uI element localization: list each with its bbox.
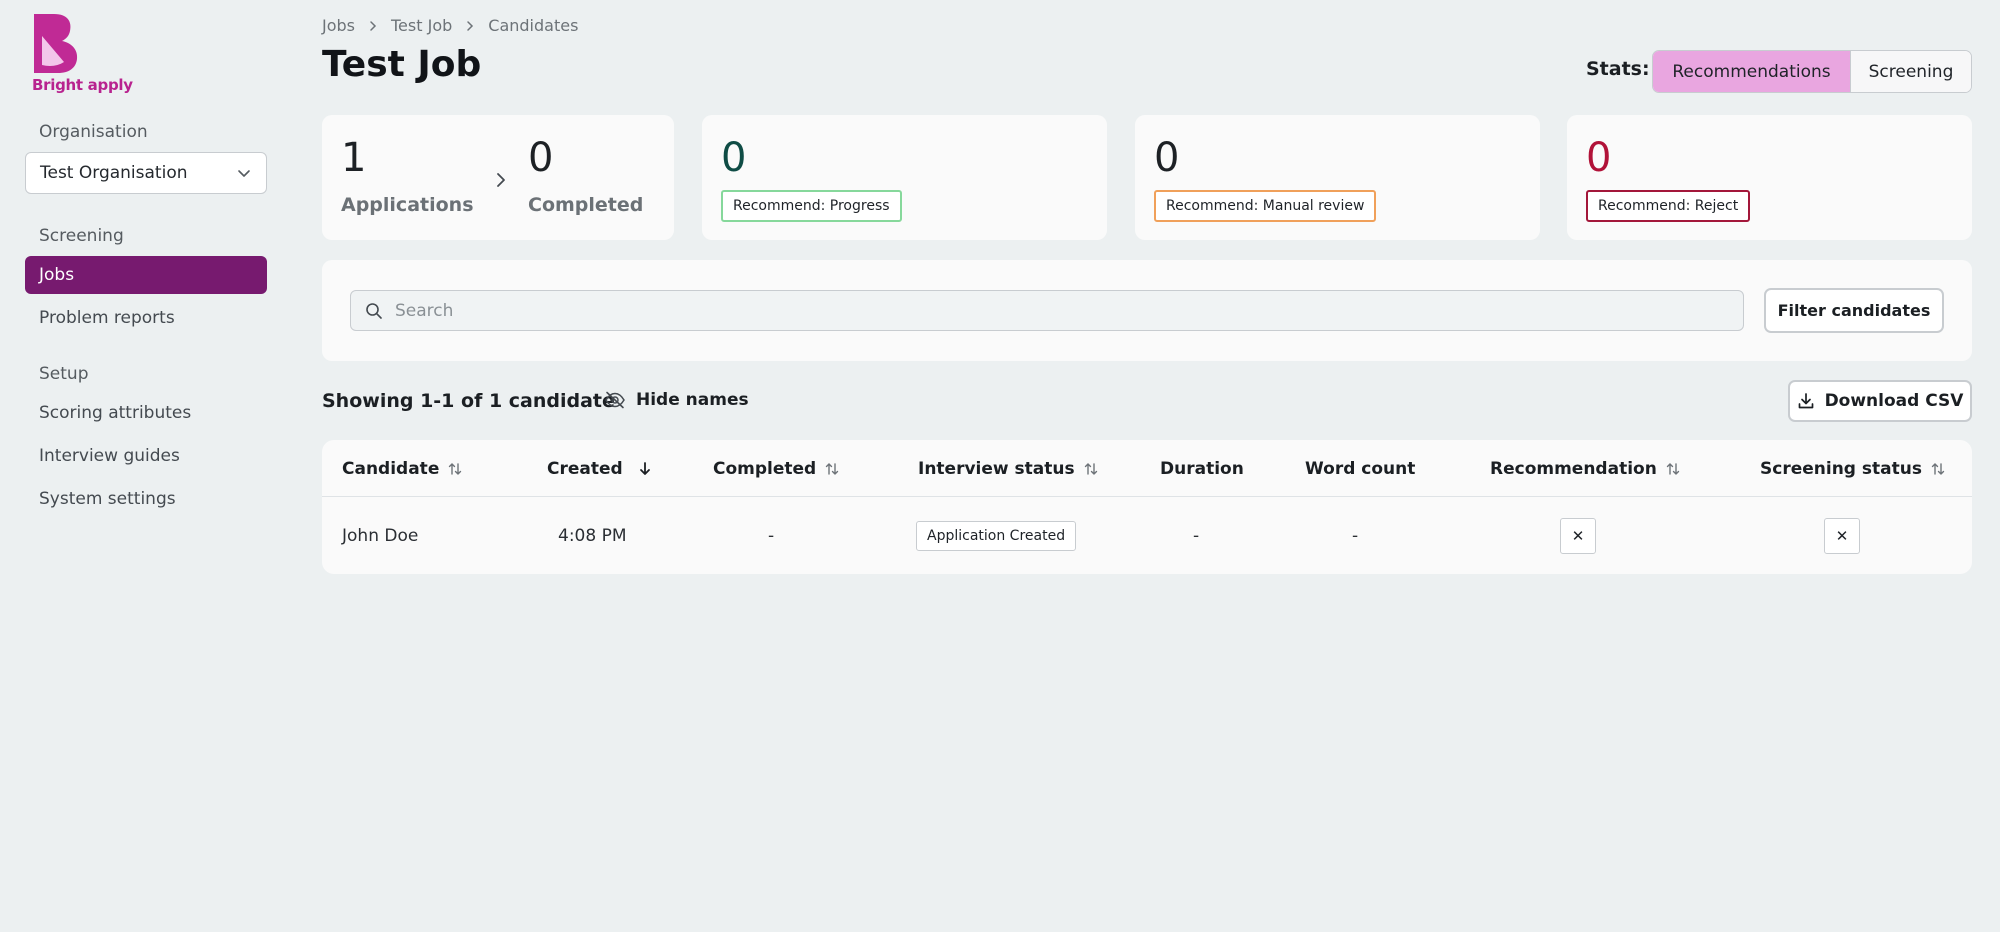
sidebar-item-label: Jobs — [39, 265, 75, 285]
filter-candidates-button[interactable]: Filter candidates — [1764, 288, 1944, 333]
recommend-progress-card: 0 Recommend: Progress — [702, 115, 1107, 240]
applications-count: 1 — [341, 135, 367, 181]
sidebar-item-problem-reports[interactable]: Problem reports — [25, 299, 267, 337]
download-csv-button[interactable]: Download CSV — [1788, 380, 1972, 422]
sidebar-item-label: Scoring attributes — [39, 403, 192, 423]
results-count: Showing 1-1 of 1 candidate — [322, 390, 615, 412]
cell-word-count: - — [1352, 525, 1359, 546]
logo-b-icon — [34, 14, 78, 73]
recommendation-close-icon: ✕ — [1560, 517, 1596, 554]
sidebar: Bright apply Organisation Test Organisat… — [0, 0, 290, 932]
column-label: Interview status — [918, 458, 1075, 479]
recommend-manual-card: 0 Recommend: Manual review — [1135, 115, 1540, 240]
applications-completed-card: 1 Applications 0 Completed — [322, 115, 674, 240]
stats-toggle: Recommendations Screening — [1652, 50, 1972, 93]
arrow-down-icon — [639, 461, 650, 475]
sidebar-item-label: System settings — [39, 489, 176, 509]
column-label: Completed — [713, 458, 817, 479]
breadcrumb-test-job[interactable]: Test Job — [391, 16, 452, 35]
search-panel: Filter candidates — [322, 260, 1972, 361]
candidates-table: Candidate Created Completed Interview st… — [322, 440, 1972, 574]
sort-icon — [449, 462, 462, 475]
recommend-manual-badge: Recommend: Manual review — [1154, 190, 1377, 222]
breadcrumb-jobs[interactable]: Jobs — [322, 16, 355, 35]
manual-count: 0 — [1154, 135, 1180, 181]
stats-label: Stats: — [1586, 58, 1650, 80]
organisation-select-value: Test Organisation — [40, 163, 188, 183]
page-title: Test Job — [322, 44, 482, 85]
column-created[interactable]: Created — [547, 440, 653, 497]
chevron-right-icon — [497, 173, 505, 187]
stats-option-screening[interactable]: Screening — [1850, 51, 1971, 92]
column-label: Recommendation — [1490, 458, 1657, 479]
chevron-right-icon — [467, 20, 474, 31]
sidebar-item-label: Interview guides — [39, 446, 180, 466]
sort-icon — [1931, 462, 1945, 475]
sidebar-item-system-settings[interactable]: System settings — [25, 480, 267, 518]
column-label: Created — [547, 458, 623, 479]
table-header: Candidate Created Completed Interview st… — [322, 440, 1972, 497]
column-completed[interactable]: Completed — [713, 440, 840, 497]
sort-icon — [1666, 462, 1680, 475]
organisation-select[interactable]: Test Organisation — [25, 152, 267, 194]
column-word-count: Word count — [1305, 440, 1415, 497]
completed-count: 0 — [528, 135, 554, 181]
brand-logo[interactable]: Bright apply — [32, 12, 142, 100]
eye-off-icon — [605, 391, 625, 409]
organisation-heading: Organisation — [39, 122, 148, 142]
sort-icon — [826, 462, 839, 475]
download-icon — [1798, 393, 1813, 409]
column-label: Word count — [1305, 458, 1416, 479]
recommend-progress-badge: Recommend: Progress — [721, 190, 902, 222]
download-csv-label: Download CSV — [1824, 391, 1964, 411]
cell-candidate: John Doe — [342, 525, 419, 546]
search-icon — [366, 302, 382, 319]
breadcrumb: Jobs Test Job Candidates — [322, 16, 578, 35]
reject-count: 0 — [1586, 135, 1612, 181]
cell-screening-status: ✕ — [1824, 497, 1860, 574]
hide-names-button[interactable]: Hide names — [604, 390, 749, 410]
column-label: Candidate — [342, 458, 440, 479]
hide-names-label: Hide names — [636, 390, 749, 410]
stats-option-recommendations[interactable]: Recommendations — [1653, 51, 1850, 92]
sidebar-item-label: Problem reports — [39, 308, 175, 328]
interview-status-chip: Application Created — [916, 520, 1077, 551]
screening-status-close-icon: ✕ — [1824, 517, 1860, 554]
cell-interview-status: Application Created — [916, 497, 1077, 574]
breadcrumb-candidates: Candidates — [488, 16, 579, 35]
chevron-right-icon — [370, 20, 377, 31]
sidebar-item-scoring-attributes[interactable]: Scoring attributes — [25, 394, 267, 432]
sidebar-item-jobs[interactable]: Jobs — [25, 256, 267, 294]
sidebar-item-interview-guides[interactable]: Interview guides — [25, 437, 267, 475]
column-label: Screening status — [1760, 458, 1922, 479]
applications-label: Applications — [341, 194, 474, 216]
column-recommendation[interactable]: Recommendation — [1490, 440, 1681, 497]
screening-heading: Screening — [39, 226, 124, 246]
sort-icon — [1084, 462, 1097, 475]
completed-label: Completed — [528, 194, 644, 216]
recommend-reject-card: 0 Recommend: Reject — [1567, 115, 1972, 240]
chevron-down-icon — [238, 170, 250, 177]
cell-created: 4:08 PM — [558, 525, 627, 546]
search-box[interactable] — [350, 290, 1744, 331]
cell-duration: - — [1193, 525, 1200, 546]
cell-recommendation: ✕ — [1560, 497, 1596, 574]
brand-name: Bright apply — [32, 76, 133, 94]
progress-count: 0 — [721, 135, 747, 181]
column-candidate[interactable]: Candidate — [342, 440, 463, 497]
search-input[interactable] — [395, 300, 1695, 321]
column-duration: Duration — [1160, 440, 1244, 497]
column-screening-status[interactable]: Screening status — [1760, 440, 1946, 497]
setup-heading: Setup — [39, 364, 89, 384]
column-interview-status[interactable]: Interview status — [918, 440, 1099, 497]
cell-completed: - — [768, 525, 775, 546]
column-label: Duration — [1160, 458, 1244, 479]
recommend-reject-badge: Recommend: Reject — [1586, 190, 1751, 222]
